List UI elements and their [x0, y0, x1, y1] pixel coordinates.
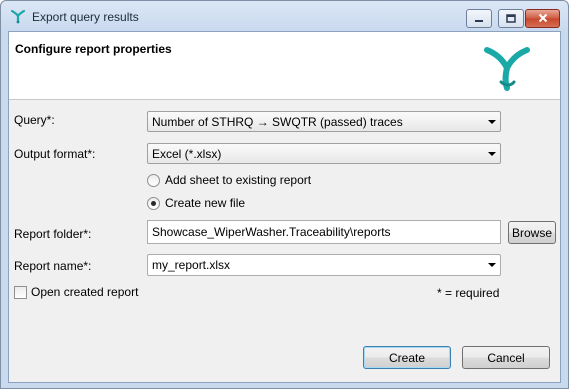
report-folder-input[interactable]: Showcase_WiperWasher.Traceability\report…	[147, 220, 501, 244]
dialog-body: Configure report properties Query*: Numb…	[8, 31, 561, 383]
open-report-checkbox-label[interactable]: Open created report	[31, 285, 138, 299]
report-name-input[interactable]: my_report.xlsx	[147, 254, 501, 276]
report-folder-label: Report folder*:	[14, 227, 92, 241]
minimize-icon	[474, 12, 484, 26]
close-button[interactable]	[525, 9, 560, 28]
query-select-value: Number of STHRQ → SWQTR (passed) traces	[152, 115, 403, 129]
create-button[interactable]: Create	[363, 346, 451, 369]
create-new-file-radio[interactable]	[147, 197, 160, 210]
page-title: Configure report properties	[15, 42, 172, 56]
output-format-select[interactable]: Excel (*.xlsx)	[147, 143, 501, 164]
chevron-down-icon[interactable]	[488, 263, 496, 267]
cancel-button[interactable]: Cancel	[462, 346, 550, 369]
add-sheet-radio[interactable]	[147, 174, 160, 187]
close-icon	[538, 12, 548, 26]
minimize-button[interactable]	[466, 9, 492, 28]
create-new-file-radio-label[interactable]: Create new file	[165, 196, 245, 210]
report-name-label: Report name*:	[14, 259, 92, 273]
query-select[interactable]: Number of STHRQ → SWQTR (passed) traces	[147, 111, 501, 132]
title-bar[interactable]: Export query results	[1, 1, 568, 31]
report-folder-value: Showcase_WiperWasher.Traceability\report…	[152, 225, 391, 239]
export-dialog-window: Export query results Configure report pr…	[0, 0, 569, 389]
report-name-value: my_report.xlsx	[152, 258, 231, 272]
chevron-down-icon	[488, 120, 496, 124]
window-title: Export query results	[32, 10, 139, 24]
required-note: * = required	[437, 286, 500, 300]
add-sheet-radio-label[interactable]: Add sheet to existing report	[165, 173, 311, 187]
header-banner: Configure report properties	[9, 32, 560, 100]
query-label: Query*:	[14, 113, 55, 127]
open-report-checkbox[interactable]	[14, 286, 27, 299]
app-logo-icon	[10, 8, 26, 24]
output-format-select-value: Excel (*.xlsx)	[152, 147, 222, 161]
maximize-icon	[506, 12, 516, 26]
app-logo-icon	[481, 42, 533, 94]
maximize-button[interactable]	[498, 9, 524, 28]
output-format-label: Output format*:	[14, 147, 96, 161]
chevron-down-icon	[488, 152, 496, 156]
browse-button[interactable]: Browse	[508, 221, 556, 244]
